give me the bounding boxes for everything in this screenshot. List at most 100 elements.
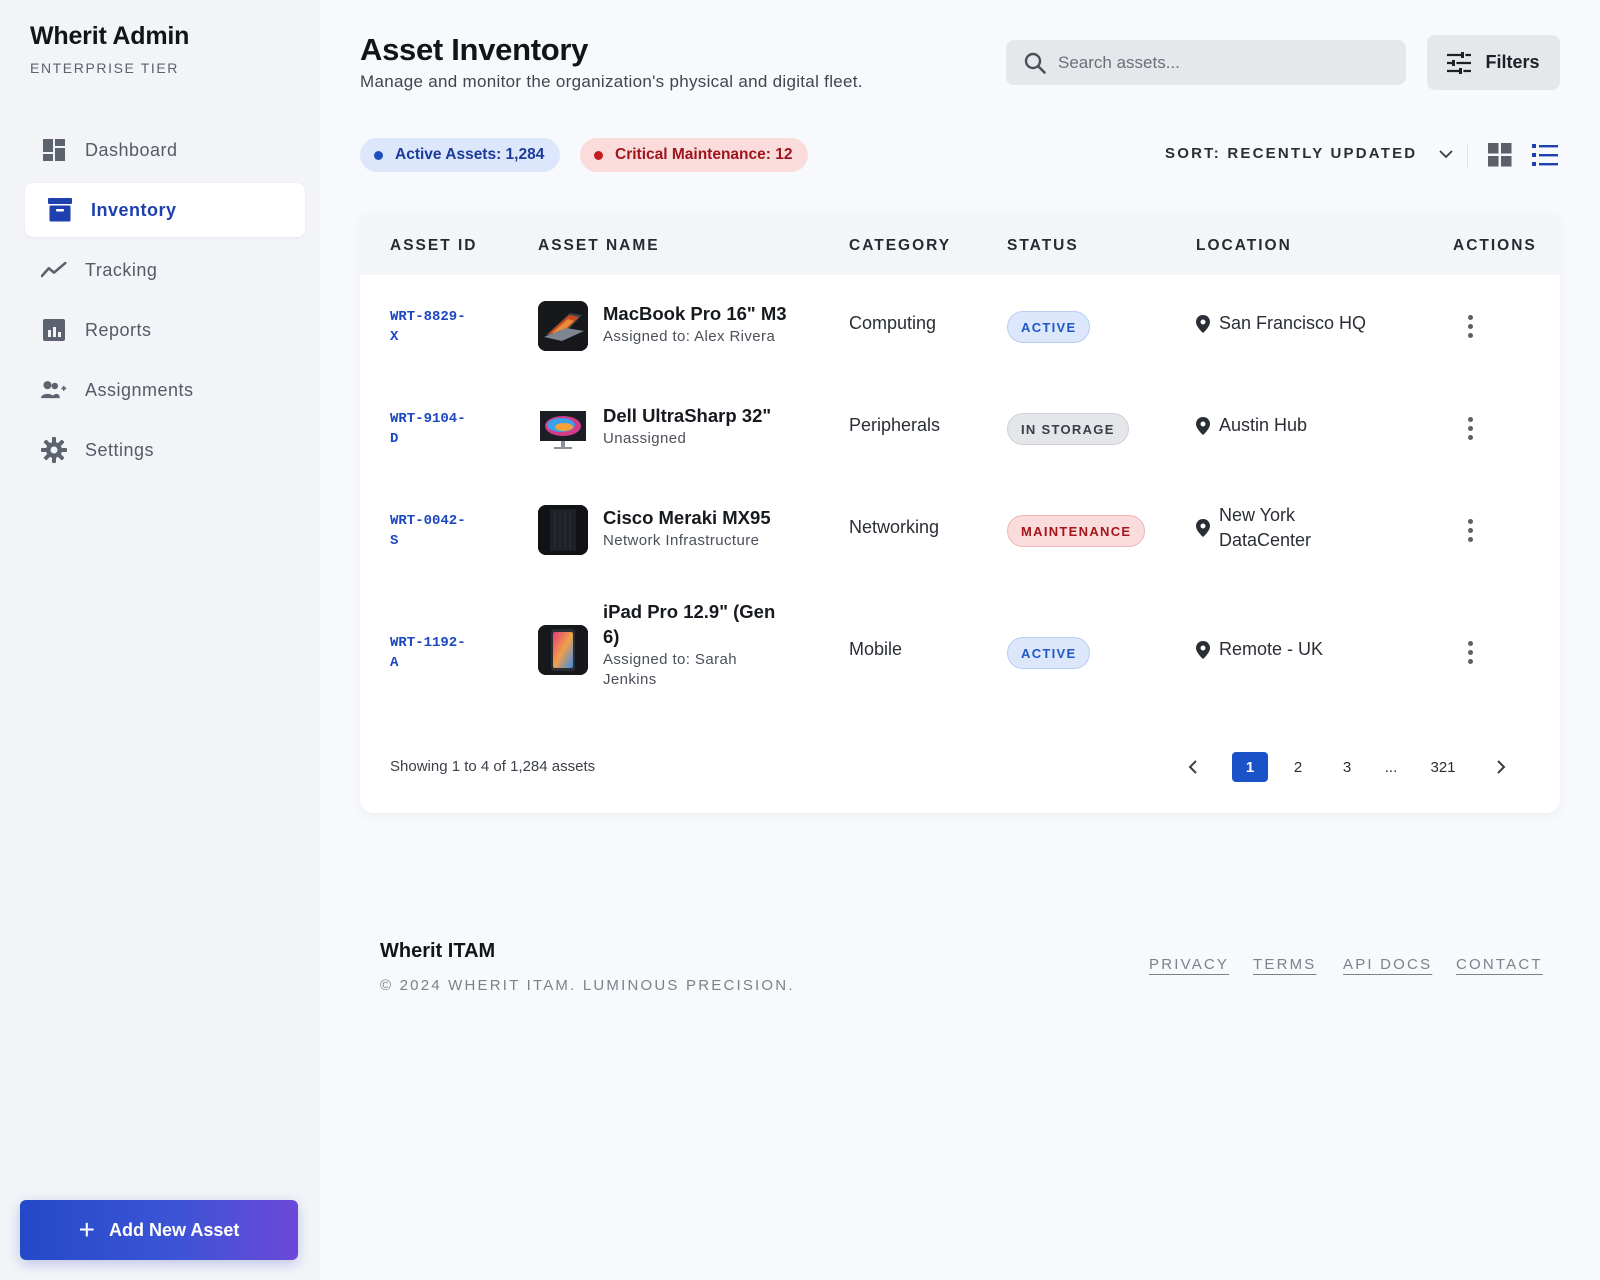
- status-badge-label: ACTIVE: [1007, 311, 1091, 343]
- location-pin-icon: [1196, 314, 1210, 333]
- footer-link-privacy[interactable]: PRIVACY: [1149, 956, 1229, 973]
- asset-id[interactable]: WRT-8829- X: [390, 307, 490, 347]
- asset-id-part: WRT-9104-: [390, 411, 466, 427]
- asset-location: New York DataCenter: [1196, 503, 1311, 553]
- page-ellipsis: ...: [1384, 758, 1398, 776]
- plus-icon: +: [78, 1214, 95, 1245]
- asset-name: Dell UltraSharp 32" Unassigned: [603, 403, 771, 449]
- column-header-category[interactable]: CATEGORY: [849, 237, 951, 255]
- sidebar-item-label: Settings: [85, 439, 155, 460]
- asset-id-part: S: [390, 533, 399, 549]
- sidebar: Wherit Admin ENTERPRISE TIER Dashboard I…: [0, 0, 320, 1280]
- more-options-icon[interactable]: [1460, 515, 1480, 545]
- asset-name-sub-line: Assigned to: Sarah: [603, 651, 737, 668]
- asset-id-part: X: [390, 329, 399, 345]
- list-view-icon[interactable]: [1532, 143, 1558, 167]
- person-add-icon: [41, 377, 67, 403]
- table-row[interactable]: WRT-9104- D Dell UltraSharp 32" Unassign…: [360, 377, 1560, 479]
- sidebar-item-reports[interactable]: Reports: [25, 303, 305, 357]
- footer-link-contact[interactable]: CONTACT: [1456, 956, 1543, 973]
- more-options-icon[interactable]: [1460, 413, 1480, 443]
- asset-table: ASSET ID ASSET NAME CATEGORY STATUS LOCA…: [360, 215, 1560, 813]
- asset-name: MacBook Pro 16" M3 Assigned to: Alex Riv…: [603, 301, 787, 347]
- archive-icon: [47, 197, 73, 223]
- status-dot: [594, 150, 603, 160]
- asset-name: Cisco Meraki MX95 Network Infrastructure: [603, 505, 771, 551]
- critical-maintenance-label: Critical Maintenance: 12: [615, 146, 793, 163]
- location-line: DataCenter: [1219, 530, 1312, 550]
- table-row[interactable]: WRT-0042- S Cisco Meraki MX95 Network In…: [360, 479, 1560, 581]
- asset-name-title[interactable]: iPad Pro 12.9" (Gen 6): [603, 599, 775, 649]
- sidebar-item-assignments[interactable]: Assignments: [25, 363, 305, 417]
- tablet-thumbnail: [538, 625, 588, 675]
- pagination-summary: Showing 1 to 4 of 1,284 assets: [390, 758, 596, 775]
- footer-link-terms[interactable]: TERMS: [1253, 956, 1317, 973]
- asset-name-title[interactable]: Dell UltraSharp 32": [603, 403, 771, 428]
- chevron-down-icon: [1439, 149, 1453, 159]
- active-assets-pill: Active Assets: 1,284: [360, 138, 561, 172]
- active-assets-label: Active Assets: 1,284: [395, 146, 545, 163]
- location-pin-icon: [1196, 519, 1210, 537]
- page-subtitle: Manage and monitor the organization's ph…: [360, 72, 863, 91]
- asset-id[interactable]: WRT-9104- D: [390, 409, 490, 449]
- grid-view-icon[interactable]: [1488, 143, 1512, 167]
- page-button-2[interactable]: 2: [1280, 752, 1316, 782]
- asset-location: Remote - UK: [1196, 639, 1323, 660]
- asset-name-title[interactable]: Cisco Meraki MX95: [603, 505, 771, 530]
- column-header-status[interactable]: STATUS: [1007, 237, 1079, 255]
- asset-name-line: 6): [603, 626, 620, 647]
- add-new-asset-button[interactable]: + Add New Asset: [20, 1200, 298, 1260]
- location-pin-icon: [1196, 416, 1210, 435]
- asset-id-part: A: [390, 655, 399, 671]
- tune-icon: [1447, 51, 1472, 74]
- table-row[interactable]: WRT-1192- A iPad Pro 12.9" (Gen 6) Assig…: [360, 581, 1560, 721]
- search-input[interactable]: [1058, 52, 1388, 73]
- asset-name-sub: Assigned to: Alex Rivera: [603, 328, 776, 345]
- more-options-icon[interactable]: [1460, 311, 1480, 341]
- add-new-asset-label: Add New Asset: [109, 1219, 240, 1240]
- search-icon: [1024, 52, 1046, 74]
- column-header-asset-id[interactable]: ASSET ID: [390, 237, 477, 255]
- more-options-icon[interactable]: [1460, 637, 1480, 667]
- sidebar-item-settings[interactable]: Settings: [25, 423, 305, 477]
- asset-id[interactable]: WRT-1192- A: [390, 633, 490, 673]
- asset-id-part: D: [390, 431, 399, 447]
- laptop-thumbnail: [538, 301, 588, 351]
- asset-location: San Francisco HQ: [1196, 313, 1366, 334]
- sidebar-nav: Dashboard Inventory Tracking Reports Ass…: [25, 123, 305, 483]
- sort-dropdown[interactable]: SORT: RECENTLY UPDATED: [1165, 145, 1453, 162]
- asset-id-part: WRT-1192-: [390, 635, 466, 651]
- sidebar-item-dashboard[interactable]: Dashboard: [25, 123, 305, 177]
- column-header-location[interactable]: LOCATION: [1196, 237, 1292, 255]
- asset-name-line: iPad Pro 12.9" (Gen: [603, 601, 776, 622]
- status-badge: IN STORAGE: [1007, 413, 1129, 445]
- asset-name-sub: Unassigned: [603, 430, 687, 447]
- search-bar[interactable]: [1006, 40, 1406, 85]
- table-row[interactable]: WRT-8829- X MacBook Pro 16" M3 Assigned …: [360, 275, 1560, 377]
- location-pin-icon: [1196, 640, 1210, 659]
- asset-location: Austin Hub: [1196, 415, 1307, 436]
- asset-name-sub: Assigned to: Sarah Jenkins: [603, 650, 775, 690]
- next-page-icon[interactable]: [1483, 752, 1519, 782]
- footer-link-api-docs[interactable]: API DOCS: [1343, 956, 1432, 973]
- asset-category: Networking: [849, 517, 940, 537]
- page-button-3[interactable]: 3: [1329, 752, 1365, 782]
- brand-tier: ENTERPRISE TIER: [30, 60, 179, 76]
- sidebar-item-label: Assignments: [85, 379, 194, 400]
- column-header-asset-name[interactable]: ASSET NAME: [538, 237, 660, 255]
- page-button-last[interactable]: 321: [1425, 752, 1461, 782]
- location-label: New York DataCenter: [1219, 503, 1311, 553]
- filters-button[interactable]: Filters: [1427, 35, 1560, 90]
- sidebar-item-tracking[interactable]: Tracking: [25, 243, 305, 297]
- asset-name-title[interactable]: MacBook Pro 16" M3: [603, 301, 787, 326]
- asset-id-part: WRT-0042-: [390, 513, 466, 529]
- footer-brand: Wherit ITAM: [380, 940, 496, 962]
- asset-id[interactable]: WRT-0042- S: [390, 511, 490, 551]
- sidebar-item-inventory[interactable]: Inventory: [25, 183, 305, 237]
- asset-category: Mobile: [849, 639, 903, 659]
- page-button-1[interactable]: 1: [1232, 752, 1268, 782]
- status-badge: MAINTENANCE: [1007, 515, 1146, 547]
- sidebar-item-label: Dashboard: [85, 139, 178, 160]
- status-badge-label: ACTIVE: [1007, 637, 1091, 669]
- previous-page-icon[interactable]: [1175, 752, 1211, 782]
